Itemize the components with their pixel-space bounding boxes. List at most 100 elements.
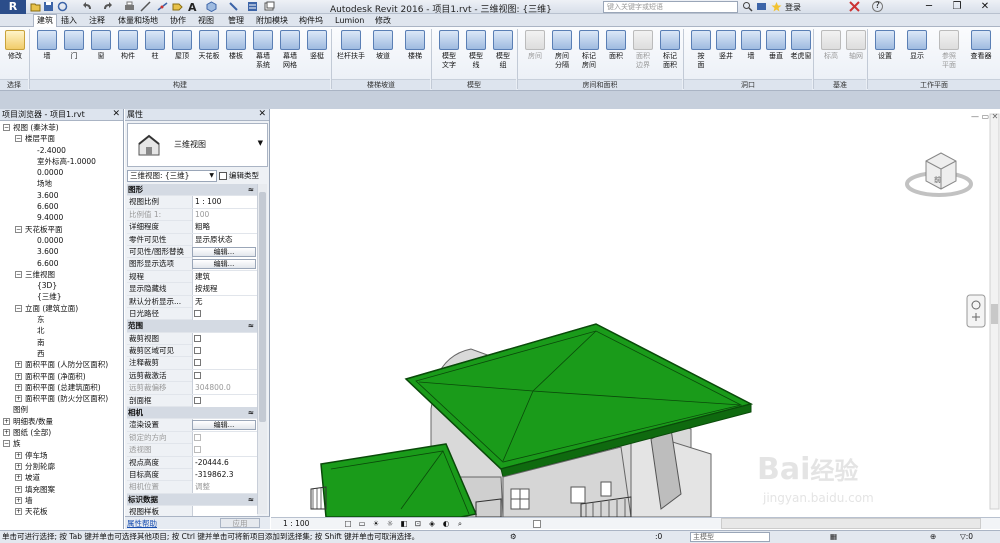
stairs-button-2[interactable]: 楼梯: [400, 29, 430, 77]
properties-help-link[interactable]: 属性帮助: [127, 518, 157, 529]
build-button-0[interactable]: 墙: [32, 29, 62, 77]
property-value[interactable]: 建筑: [192, 270, 257, 283]
collapse-icon[interactable]: −: [15, 135, 22, 143]
browser-item[interactable]: 场地: [0, 178, 123, 189]
browser-item[interactable]: {三维}: [0, 291, 123, 302]
browser-item[interactable]: + 图纸 (全部): [0, 427, 123, 438]
browser-item[interactable]: − 天花板平面: [0, 224, 123, 235]
stairs-button-1[interactable]: 坡道: [368, 29, 398, 77]
browser-item[interactable]: + 面积平面 (净面积): [0, 371, 123, 382]
tab-8[interactable]: 构件坞: [296, 15, 326, 27]
browser-item[interactable]: + 明细表/数量: [0, 416, 123, 427]
room-button-3[interactable]: 面积: [601, 29, 631, 77]
print-icon[interactable]: [124, 1, 135, 12]
browser-item[interactable]: + 面积平面 (人防分区面积): [0, 359, 123, 370]
view-control-icon[interactable]: ◐: [439, 518, 453, 529]
property-value[interactable]: -319862.3: [192, 468, 257, 481]
collapse-icon[interactable]: −: [15, 304, 22, 312]
tab-2[interactable]: 注释: [86, 15, 108, 27]
tab-10[interactable]: 修改: [372, 15, 394, 27]
property-checkbox[interactable]: [194, 309, 201, 317]
tab-7[interactable]: 附加模块: [253, 15, 291, 27]
browser-item[interactable]: − 立面 (建筑立面): [0, 303, 123, 314]
login-link[interactable]: 登录: [785, 2, 801, 13]
collapse-group-icon[interactable]: ≈: [248, 407, 254, 419]
property-edit-button[interactable]: 编辑...: [192, 259, 256, 270]
collapse-group-icon[interactable]: ≈: [248, 494, 254, 506]
room-button-2[interactable]: 标记 房间: [574, 29, 604, 77]
collapse-icon[interactable]: −: [3, 124, 10, 131]
browser-item[interactable]: + 墙: [0, 495, 123, 506]
expand-icon[interactable]: +: [15, 361, 22, 369]
expand-icon[interactable]: +: [3, 417, 10, 425]
browser-item[interactable]: -2.4000: [0, 145, 123, 156]
browser-item[interactable]: − 视图 (秦沐菲): [0, 122, 123, 133]
browser-item[interactable]: + 停车场: [0, 450, 123, 461]
browser-item[interactable]: + 填充图案: [0, 484, 123, 495]
collapse-group-icon[interactable]: ≈: [248, 184, 254, 196]
worksets-indicator[interactable]: ⚙: [510, 531, 517, 543]
property-group[interactable]: 范围 ≈: [127, 320, 257, 333]
view-control-icon[interactable]: □: [341, 518, 355, 529]
expand-icon[interactable]: +: [15, 496, 22, 504]
expand-icon[interactable]: +: [15, 451, 22, 459]
tab-1[interactable]: 插入: [58, 15, 80, 27]
expand-icon[interactable]: +: [15, 383, 22, 391]
expand-icon[interactable]: +: [3, 429, 10, 437]
build-button-4[interactable]: 柱: [140, 29, 170, 77]
close-icon[interactable]: ✕: [258, 109, 266, 120]
type-preview[interactable]: 三维视图 ▼: [127, 123, 268, 167]
build-button-10[interactable]: 竖梃: [302, 29, 332, 77]
section-icon[interactable]: [228, 1, 239, 12]
room-button-0[interactable]: 房间: [520, 29, 550, 77]
thin-lines-icon[interactable]: [247, 1, 258, 12]
expand-icon[interactable]: +: [15, 395, 22, 403]
property-value[interactable]: 无: [192, 295, 257, 308]
browser-item[interactable]: + 分割轮廓: [0, 461, 123, 472]
view-control-icon[interactable]: ⌕: [453, 518, 467, 529]
view-control-icon[interactable]: ◈: [425, 518, 439, 529]
property-edit-button[interactable]: 编辑...: [192, 246, 256, 257]
collapse-icon[interactable]: −: [15, 270, 22, 278]
property-group[interactable]: 标识数据 ≈: [127, 493, 257, 507]
3d-viewport[interactable]: 前 — ▭ ✕ Bai经验 jingyan.baidu.com: [271, 109, 1000, 517]
horizontal-scrollbar[interactable]: [721, 518, 981, 529]
close-button[interactable]: ✕: [971, 0, 999, 14]
property-checkbox[interactable]: [194, 359, 201, 367]
property-value[interactable]: 粗略: [192, 221, 257, 234]
view-control-icon[interactable]: ◧: [397, 518, 411, 529]
property-value[interactable]: 显示原状态: [192, 233, 257, 246]
browser-item[interactable]: {3D}: [0, 280, 123, 291]
property-checkbox[interactable]: [194, 334, 201, 342]
collapse-group-icon[interactable]: ≈: [248, 320, 254, 332]
text-icon[interactable]: A: [187, 1, 198, 12]
browser-item[interactable]: 西: [0, 348, 123, 359]
minimize-button[interactable]: ─: [915, 0, 943, 14]
expand-icon[interactable]: +: [15, 485, 22, 493]
property-group[interactable]: 图形 ≈: [127, 184, 257, 197]
tab-3[interactable]: 体量和场地: [115, 15, 161, 27]
expand-icon[interactable]: +: [15, 462, 22, 470]
expand-icon[interactable]: +: [15, 372, 22, 380]
browser-item[interactable]: + 面积平面 (防火分区面积): [0, 393, 123, 404]
edit-type-button[interactable]: 编辑类型: [219, 170, 268, 182]
property-checkbox[interactable]: [194, 347, 201, 355]
view-scale[interactable]: 1 : 100: [283, 518, 309, 529]
property-checkbox[interactable]: [194, 371, 201, 379]
design-options-dropdown[interactable]: 主模型: [690, 532, 770, 542]
view-control-icon[interactable]: ⊡: [411, 518, 425, 529]
close-hidden-windows-icon[interactable]: [264, 1, 275, 12]
view-control-icon[interactable]: ☼: [383, 518, 397, 529]
tag-icon[interactable]: [172, 1, 183, 12]
property-value[interactable]: 1 : 100: [192, 196, 257, 209]
apply-button[interactable]: 应用: [220, 518, 260, 528]
workplane-button-1[interactable]: 显示: [902, 29, 932, 77]
viewport-scroll-left-icon[interactable]: [533, 520, 541, 528]
filter-icon[interactable]: ▽:0: [960, 531, 973, 543]
exchange-apps-icon[interactable]: [849, 1, 860, 12]
restore-button[interactable]: ❐: [943, 0, 971, 14]
type-selector-dropdown[interactable]: 三维视图: {三维} ▼: [127, 170, 217, 182]
save-icon[interactable]: [43, 1, 54, 12]
build-button-7[interactable]: 楼板: [221, 29, 251, 77]
browser-item[interactable]: + 面积平面 (总建筑面积): [0, 382, 123, 393]
